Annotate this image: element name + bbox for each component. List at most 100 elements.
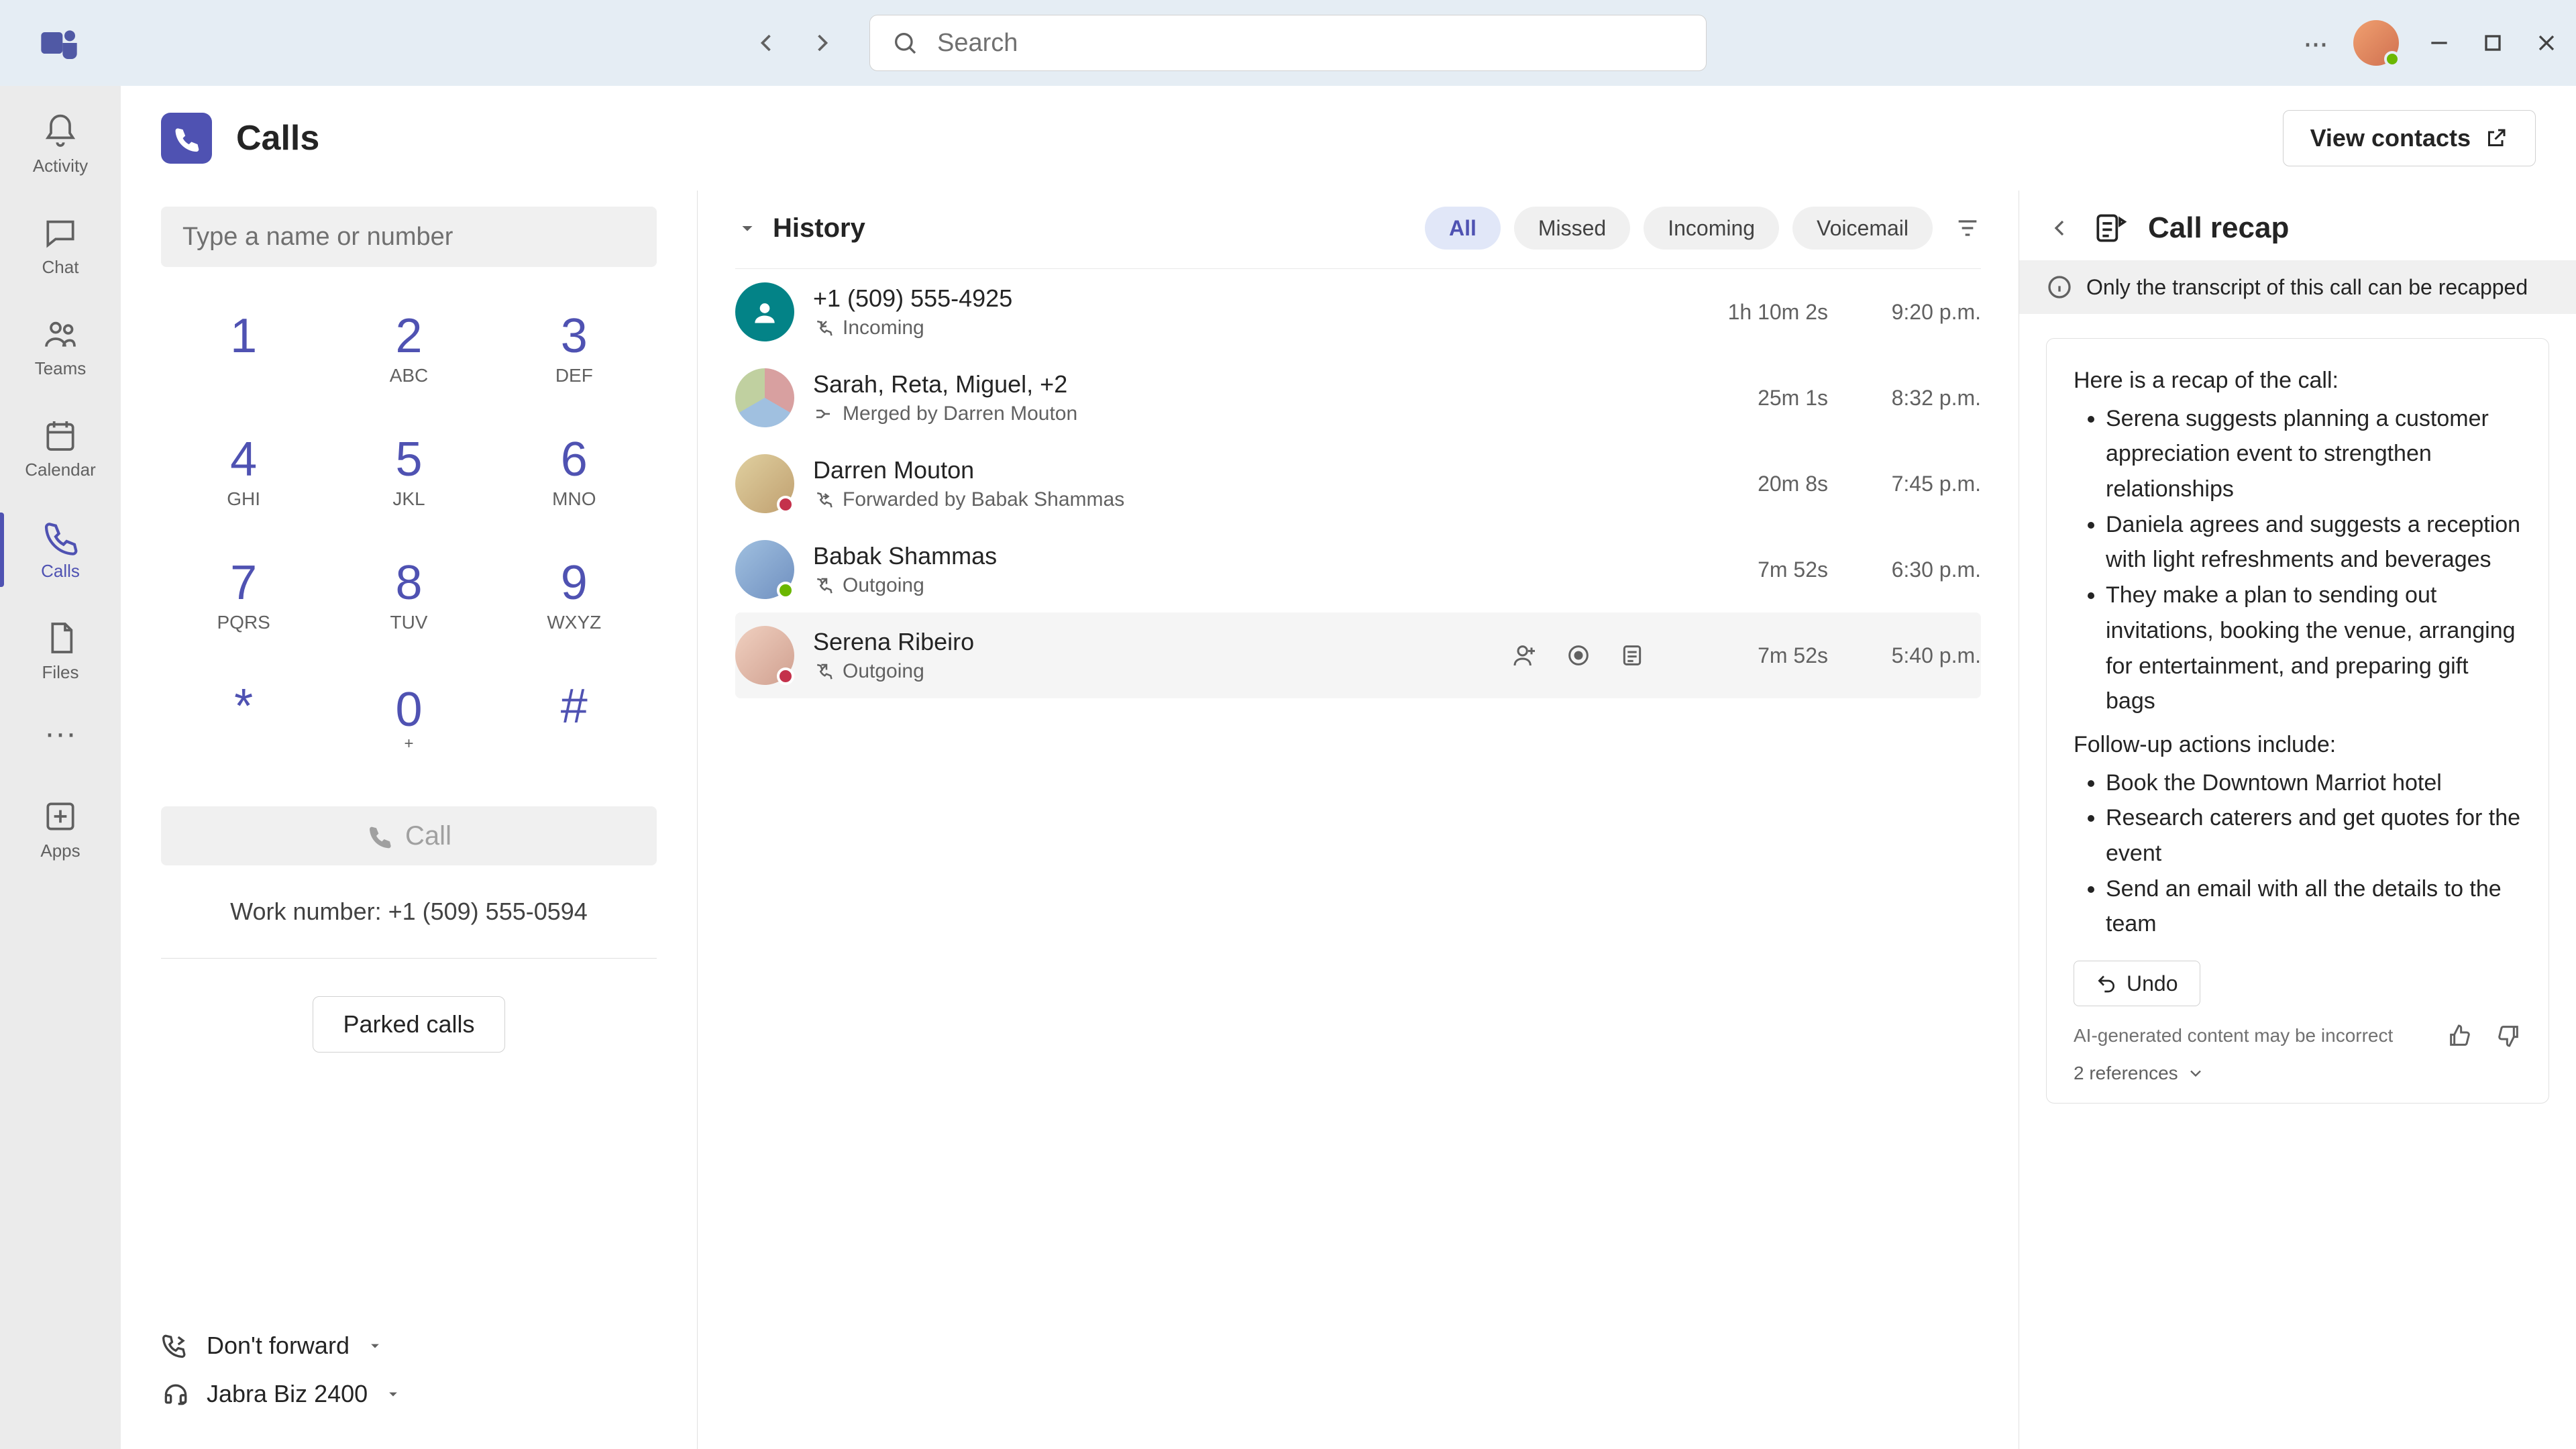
history-row[interactable]: Serena Ribeiro Outgoing 7m 52s 5:40 p.m.: [735, 612, 1981, 698]
rail-more-icon[interactable]: ···: [44, 715, 76, 752]
history-row[interactable]: Darren Mouton Forwarded by Babak Shammas…: [735, 441, 1981, 527]
caller-name: Sarah, Reta, Miguel, +2: [813, 370, 1662, 398]
history-panel: History All Missed Incoming Voicemail +1…: [698, 191, 2019, 1449]
chat-icon: [42, 214, 79, 252]
headset-icon: [161, 1379, 191, 1409]
presence-busy-icon: [777, 496, 794, 513]
collapse-icon[interactable]: [735, 216, 759, 240]
rail-files[interactable]: Files: [0, 611, 121, 691]
filter-icon[interactable]: [1954, 215, 1981, 241]
add-contact-icon[interactable]: [1511, 642, 1538, 669]
rail-chat[interactable]: Chat: [0, 206, 121, 286]
recap-references[interactable]: 2 references: [2074, 1063, 2522, 1084]
keypad-key-6[interactable]: 6MNO: [492, 415, 657, 527]
filter-voicemail[interactable]: Voicemail: [1792, 207, 1933, 250]
rail-calls[interactable]: Calls: [0, 510, 121, 590]
call-type-icon: [813, 661, 833, 682]
call-type-icon: [813, 490, 833, 510]
page-header: Calls View contacts: [121, 86, 2576, 191]
presence-available-icon: [2384, 51, 2400, 67]
history-row[interactable]: Babak Shammas Outgoing 7m 52s 6:30 p.m.: [735, 527, 1981, 612]
history-row[interactable]: +1 (509) 555-4925 Incoming 1h 10m 2s 9:2…: [735, 269, 1981, 355]
forward-icon: [161, 1331, 191, 1360]
keypad-key-2[interactable]: 2ABC: [326, 291, 491, 404]
rail-activity[interactable]: Activity: [0, 105, 121, 184]
call-type-icon: [813, 404, 833, 424]
dial-input-wrap[interactable]: [161, 207, 657, 267]
call-sub: Merged by Darren Mouton: [813, 402, 1662, 425]
keypad-key-0[interactable]: 0+: [326, 661, 491, 774]
record-icon[interactable]: [1565, 642, 1592, 669]
chevron-down-icon: [366, 1336, 384, 1355]
caller-name: +1 (509) 555-4925: [813, 284, 1662, 313]
search-input[interactable]: [937, 29, 1684, 58]
nav-back-icon[interactable]: [751, 28, 781, 58]
recap-icon: [2092, 209, 2129, 247]
work-number: Work number: +1 (509) 555-0594: [161, 898, 657, 959]
keypad-key-#[interactable]: #: [492, 661, 657, 774]
dialer-panel: 1 2ABC3DEF 4GHI5JKL6MNO 7PQRS8TUV9WXYZ * 0+…: [121, 191, 698, 1449]
search-bar[interactable]: [869, 15, 1707, 71]
caller-name: Babak Shammas: [813, 542, 1662, 570]
rail-teams[interactable]: Teams: [0, 307, 121, 387]
call-time: 5:40 p.m.: [1847, 643, 1981, 668]
undo-button[interactable]: Undo: [2074, 961, 2200, 1006]
recap-title: Call recap: [2148, 211, 2289, 245]
keypad-key-5[interactable]: 5JKL: [326, 415, 491, 527]
recap-card: Here is a recap of the call: Serena sugg…: [2046, 338, 2549, 1104]
keypad-key-7[interactable]: 7PQRS: [161, 538, 326, 651]
maximize-icon[interactable]: [2479, 30, 2506, 56]
keypad-key-*[interactable]: *: [161, 661, 326, 774]
caller-avatar: [735, 282, 794, 341]
nav-forward-icon[interactable]: [808, 28, 837, 58]
recap-banner: Only the transcript of this call can be …: [2019, 260, 2576, 314]
recap-followup: Book the Downtown Marriot hotel: [2106, 765, 2522, 801]
keypad-key-4[interactable]: 4GHI: [161, 415, 326, 527]
audio-device[interactable]: Jabra Biz 2400: [161, 1379, 657, 1409]
filter-all[interactable]: All: [1425, 207, 1501, 250]
recap-followup-intro: Follow-up actions include:: [2074, 727, 2522, 763]
presence-avail-icon: [777, 582, 794, 599]
call-time: 6:30 p.m.: [1847, 557, 1981, 582]
search-icon: [892, 30, 918, 56]
teams-logo-icon: [38, 21, 80, 64]
rail-calendar[interactable]: Calendar: [0, 409, 121, 488]
recap-followup: Send an email with all the details to th…: [2106, 871, 2522, 942]
history-row[interactable]: Sarah, Reta, Miguel, +2 Merged by Darren…: [735, 355, 1981, 441]
rail-apps[interactable]: Apps: [0, 790, 121, 869]
keypad-key-8[interactable]: 8TUV: [326, 538, 491, 651]
people-icon: [42, 315, 79, 353]
recap-followup: Research caterers and get quotes for the…: [2106, 800, 2522, 871]
recap-bullet: They make a plan to sending out invitati…: [2106, 578, 2522, 719]
recap-panel: Call recap Only the transcript of this c…: [2019, 191, 2576, 1449]
apps-icon: [42, 798, 79, 835]
call-time: 8:32 p.m.: [1847, 386, 1981, 411]
thumbs-up-icon[interactable]: [2447, 1022, 2473, 1049]
filter-missed[interactable]: Missed: [1514, 207, 1630, 250]
keypad-key-9[interactable]: 9WXYZ: [492, 538, 657, 651]
caller-name: Serena Ribeiro: [813, 628, 1493, 656]
thumbs-down-icon[interactable]: [2495, 1022, 2522, 1049]
user-avatar[interactable]: [2353, 20, 2399, 66]
parked-calls-button[interactable]: Parked calls: [313, 996, 504, 1053]
keypad-key-1[interactable]: 1: [161, 291, 326, 404]
call-sub: Forwarded by Babak Shammas: [813, 488, 1662, 511]
minimize-icon[interactable]: [2426, 30, 2453, 56]
forward-setting[interactable]: Don't forward: [161, 1331, 657, 1360]
titlebar: ···: [0, 0, 2576, 86]
caller-avatar: [735, 540, 794, 599]
more-options-icon[interactable]: ···: [2302, 25, 2326, 62]
caller-avatar: [735, 454, 794, 513]
call-button[interactable]: Call: [161, 806, 657, 865]
back-icon[interactable]: [2046, 215, 2073, 241]
recap-bullet: Daniela agrees and suggests a reception …: [2106, 507, 2522, 578]
call-duration: 7m 52s: [1680, 643, 1828, 668]
transcript-icon[interactable]: [1619, 642, 1646, 669]
call-duration: 20m 8s: [1680, 472, 1828, 496]
filter-incoming[interactable]: Incoming: [1644, 207, 1779, 250]
keypad-key-3[interactable]: 3DEF: [492, 291, 657, 404]
close-icon[interactable]: [2533, 30, 2560, 56]
dial-input[interactable]: [182, 223, 635, 252]
view-contacts-button[interactable]: View contacts: [2283, 110, 2536, 166]
caller-name: Darren Mouton: [813, 456, 1662, 484]
